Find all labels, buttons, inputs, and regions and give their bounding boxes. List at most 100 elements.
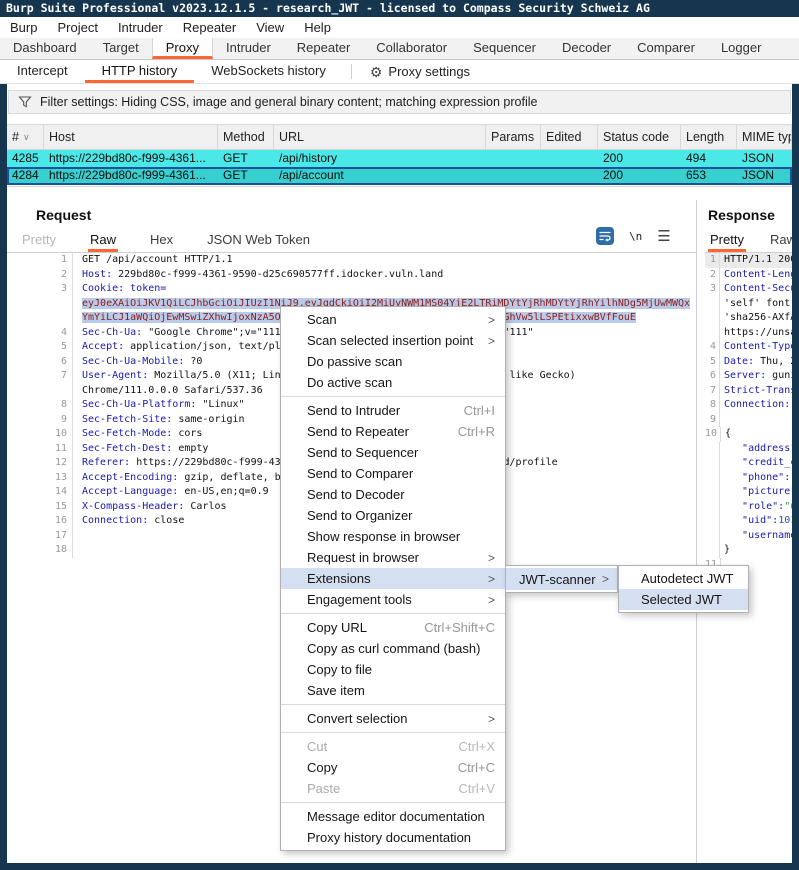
shortcut-label: Ctrl+C	[458, 760, 495, 775]
menubar-item-view[interactable]: View	[246, 17, 294, 38]
tab-dashboard[interactable]: Dashboard	[0, 38, 90, 59]
cell-params	[486, 167, 541, 185]
context-menu-item-label: Proxy history documentation	[307, 830, 471, 845]
menubar-item-help[interactable]: Help	[294, 17, 341, 38]
response-line: 10{	[705, 427, 792, 442]
line-content: Server: gunicorn	[720, 369, 792, 384]
tab-intruder[interactable]: Intruder	[213, 38, 284, 59]
column-header-params[interactable]: Params	[486, 125, 541, 149]
history-table-header[interactable]: #∨HostMethodURLParamsEditedStatus codeLe…	[7, 124, 792, 150]
tab-repeater[interactable]: Repeater	[284, 38, 363, 59]
table-row[interactable]: 4285https://229bd80c-f999-4361...GET/api…	[7, 150, 792, 167]
context-menu-item-send-to-organizer[interactable]: Send to Organizer	[281, 505, 505, 526]
context-menu-item-copy[interactable]: CopyCtrl+C	[281, 757, 505, 778]
column-header-label: MIME type	[742, 130, 792, 144]
context-menu-item-send-to-sequencer[interactable]: Send to Sequencer	[281, 442, 505, 463]
filter-settings-bar[interactable]: Filter settings: Hiding CSS, image and g…	[8, 90, 791, 114]
menubar-item-intruder[interactable]: Intruder	[108, 17, 173, 38]
context-menu-item-send-to-comparer[interactable]: Send to Comparer	[281, 463, 505, 484]
line-number	[7, 311, 73, 326]
subtab-intercept[interactable]: Intercept	[0, 60, 85, 83]
context-menu-item-convert-selection[interactable]: Convert selection>	[281, 708, 505, 729]
context-menu-item-label: Send to Comparer	[307, 466, 413, 481]
column-header-url[interactable]: URL	[274, 125, 486, 149]
jwt-submenu-item-label: Autodetect JWT	[641, 571, 733, 586]
context-menu-item-do-active-scan[interactable]: Do active scan	[281, 372, 505, 393]
column-header-length[interactable]: Length	[681, 125, 737, 149]
context-menu-item-save-item[interactable]: Save item	[281, 680, 505, 701]
subtab-websockets-history[interactable]: WebSockets history	[194, 60, 343, 83]
line-content: "uid":101,	[720, 514, 792, 529]
context-menu-item-send-to-decoder[interactable]: Send to Decoder	[281, 484, 505, 505]
subtab-http-history[interactable]: HTTP history	[85, 60, 195, 83]
wrap-toggle-icon[interactable]	[596, 227, 614, 245]
line-number: 6	[7, 355, 73, 370]
code-segment: Cookie: token=	[82, 283, 166, 294]
column-header-status-code[interactable]: Status code	[598, 125, 681, 149]
context-menu-item-copy-to-file[interactable]: Copy to file	[281, 659, 505, 680]
filter-settings-text: Filter settings: Hiding CSS, image and g…	[40, 95, 537, 109]
context-menu-item-label: Send to Sequencer	[307, 445, 418, 460]
context-menu-item-request-in-browser[interactable]: Request in browser>	[281, 547, 505, 568]
context-menu-item-engagement-tools[interactable]: Engagement tools>	[281, 589, 505, 610]
context-menu-item-label: Save item	[307, 683, 365, 698]
context-menu-separator	[281, 393, 505, 400]
submenu-arrow-icon: >	[488, 551, 495, 565]
context-menu-item-label: Do active scan	[307, 375, 392, 390]
menubar-item-burp[interactable]: Burp	[0, 17, 47, 38]
code-segment: Sec-Fetch-Mode:	[82, 428, 172, 439]
tab-collaborator[interactable]: Collaborator	[363, 38, 460, 59]
subtab-proxy-settings[interactable]: ⚙Proxy settings	[360, 60, 480, 83]
table-row[interactable]: 4284https://229bd80c-f999-4361...GET/api…	[7, 167, 792, 185]
context-menu-item-copy-as-curl-command-bash[interactable]: Copy as curl command (bash)	[281, 638, 505, 659]
cell-id: 4284	[7, 167, 44, 185]
menubar-item-project[interactable]: Project	[47, 17, 107, 38]
column-header-mime-type[interactable]: MIME type	[737, 125, 792, 149]
line-number: 14	[7, 485, 73, 500]
tab-comparer[interactable]: Comparer	[624, 38, 708, 59]
code-segment: "username":"	[724, 530, 792, 541]
tab-proxy[interactable]: Proxy	[152, 38, 213, 59]
menubar-item-repeater[interactable]: Repeater	[173, 17, 246, 38]
context-menu-item-extensions[interactable]: Extensions>	[281, 568, 505, 589]
response-tab-raw[interactable]: Raw	[768, 229, 792, 252]
tab-logger[interactable]: Logger	[708, 38, 774, 59]
line-content: Content-Type: application/json	[720, 340, 792, 355]
tab-decoder[interactable]: Decoder	[549, 38, 624, 59]
column-header-host[interactable]: Host	[44, 125, 218, 149]
context-menu-item-show-response-in-browser[interactable]: Show response in browser	[281, 526, 505, 547]
context-menu-item-send-to-repeater[interactable]: Send to RepeaterCtrl+R	[281, 421, 505, 442]
code-segment: Connection:	[82, 515, 148, 526]
editor-menu-icon[interactable]: ☰	[657, 229, 670, 244]
code-segment: https://unsafe-inline	[724, 327, 792, 338]
context-menu-item-message-editor-documentation[interactable]: Message editor documentation	[281, 806, 505, 827]
shortcut-label: Ctrl+X	[459, 739, 495, 754]
context-menu-item-proxy-history-documentation[interactable]: Proxy history documentation	[281, 827, 505, 848]
context-menu-item-scan-selected-insertion-point[interactable]: Scan selected insertion point>	[281, 330, 505, 351]
context-menu-item-cut: CutCtrl+X	[281, 736, 505, 757]
column-header-id[interactable]: #∨	[7, 125, 44, 149]
context-menu-item-copy-url[interactable]: Copy URLCtrl+Shift+C	[281, 617, 505, 638]
newline-glyph-icon[interactable]: \n	[629, 230, 642, 243]
line-content: "username":"	[720, 529, 792, 544]
context-menu-item-do-passive-scan[interactable]: Do passive scan	[281, 351, 505, 372]
response-tab-pretty[interactable]: Pretty	[708, 229, 746, 252]
code-segment: "address":"	[724, 443, 792, 454]
response-editor[interactable]: 1HTTP/1.1 200 OK2Content-Length: 6533Con…	[705, 252, 792, 863]
column-header-method[interactable]: Method	[218, 125, 274, 149]
jwt-submenu-item-autodetect-jwt[interactable]: Autodetect JWT	[619, 568, 748, 589]
cell-edited	[541, 150, 598, 167]
request-tab-json-web-token[interactable]: JSON Web Token	[205, 229, 312, 252]
response-line: 'self' font-src 'self'	[705, 297, 792, 312]
tab-sequencer[interactable]: Sequencer	[460, 38, 549, 59]
jwt-submenu-item-selected-jwt[interactable]: Selected JWT	[619, 589, 748, 610]
extensions-submenu-item-jwt-scanner[interactable]: JWT-scanner>	[506, 568, 617, 590]
cell-mime-type: JSON	[737, 150, 792, 167]
line-number	[705, 500, 720, 515]
request-tab-hex[interactable]: Hex	[148, 229, 175, 252]
request-tab-raw[interactable]: Raw	[88, 229, 118, 252]
column-header-edited[interactable]: Edited	[541, 125, 598, 149]
tab-target[interactable]: Target	[90, 38, 152, 59]
context-menu-item-scan[interactable]: Scan>	[281, 309, 505, 330]
context-menu-item-send-to-intruder[interactable]: Send to IntruderCtrl+I	[281, 400, 505, 421]
